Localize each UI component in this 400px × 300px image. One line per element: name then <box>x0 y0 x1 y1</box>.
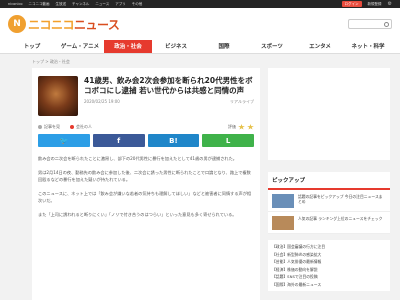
logo-text-b: ニュース <box>74 17 120 32</box>
nav-business[interactable]: ビジネス <box>152 40 200 53</box>
article-source[interactable]: リアルライブ <box>230 99 254 105</box>
nav-sports[interactable]: スポーツ <box>248 40 296 53</box>
rating-label: 評価 <box>228 124 236 129</box>
related-list: 【政治】国会審議の行方に注目 【社会】新型肺炎の感染拡大 【芸能】人気俳優の最新… <box>268 240 390 291</box>
topbar-link-news[interactable]: ニュース <box>95 2 109 7</box>
topbar-link-channel[interactable]: チャンネル <box>72 2 89 7</box>
badge-1[interactable]: 記事を見 <box>38 124 60 130</box>
twitter-icon: 🐦 <box>59 136 69 145</box>
article-paragraph: このニュースに、ネット上では「飲み会が嫌いな若者の気持ちも理解してほしい」などと… <box>38 191 252 203</box>
article-paragraph: 飲み会の二次会を断られたことに激昂し、部下の20代男性に暴行を加えたとして41歳… <box>38 156 237 161</box>
pickup-item[interactable]: 人気の記事 ランキング上位のニュースをチェック <box>268 212 390 234</box>
article-panel: 41歳男、飲み会2次会参加を断られ20代男性をボコボコにし逮捕 若い世代からは共… <box>32 68 260 300</box>
pickup-section: ピックアップ 話題の記事をピックアップ 今日の注目ニュースまとめ 人気の記事 ラ… <box>268 172 390 234</box>
breadcrumb[interactable]: トップ > 政治・社会 <box>32 59 70 65</box>
pickup-thumbnail <box>272 216 294 230</box>
badge-2-label: 会社の人 <box>76 124 92 129</box>
article-badges: 記事を見 会社の人 評価 <box>32 120 260 134</box>
article-paragraph: また「上司に誘われると断りにくい」「ノリで付き合うのはつらい」といった意見も多く… <box>38 212 237 217</box>
star-icon <box>247 124 254 130</box>
badge-1-label: 記事を見 <box>44 124 60 129</box>
article-paragraph: 男は2月14日の夜、勤務先の飲み会に参加した後、二次会に誘った男性に断られたこと… <box>38 170 251 182</box>
line-share-button[interactable]: L <box>202 134 254 147</box>
article-meta: 2020/02/25 19:00 リアルライブ <box>84 99 254 105</box>
logo-text-a: ニコニコ <box>28 17 75 32</box>
search-icon[interactable] <box>384 21 389 27</box>
ad-slot <box>268 68 390 160</box>
global-topbar: niconico ニコニコ動画 生放送 チャンネル ニュース アプリ その他 ロ… <box>0 0 400 8</box>
signup-link[interactable]: 新規登録 <box>368 2 382 7</box>
pickup-item-text: 話題の記事をピックアップ 今日の注目ニュースまとめ <box>298 194 383 204</box>
share-bar: 🐦 f B! L <box>32 134 260 147</box>
pickup-item-text: 人気の記事 ランキング上位のニュースをチェック <box>298 216 383 221</box>
nav-international[interactable]: 国際 <box>200 40 248 53</box>
pickup-item[interactable]: 話題の記事をピックアップ 今日の注目ニュースまとめ <box>268 190 390 212</box>
article-thumbnail <box>38 76 78 116</box>
rating[interactable]: 評価 <box>228 124 254 130</box>
related-link[interactable]: 【芸能】人気俳優の最新情報 <box>272 258 386 266</box>
nav-game-anime[interactable]: ゲーム・アニメ <box>56 40 104 53</box>
category-nav: トップ ゲーム・アニメ 政治・社会 ビジネス 国際 スポーツ エンタメ ネット・… <box>0 40 400 54</box>
dot-icon <box>70 125 74 129</box>
related-link[interactable]: 【経済】株価の動向を解説 <box>272 266 386 274</box>
sidebar: ピックアップ 話題の記事をピックアップ 今日の注目ニュースまとめ 人気の記事 ラ… <box>268 68 390 291</box>
logo-icon[interactable]: N <box>8 15 26 33</box>
hatena-share-button[interactable]: B! <box>147 134 200 147</box>
search-box[interactable] <box>348 19 392 29</box>
pickup-thumbnail <box>272 194 294 208</box>
dot-icon <box>38 125 42 129</box>
twitter-share-button[interactable]: 🐦 <box>38 134 90 147</box>
gear-icon[interactable]: ⚙ <box>388 1 392 7</box>
article-date: 2020/02/25 19:00 <box>84 99 120 104</box>
topbar-link-live[interactable]: 生放送 <box>56 2 67 7</box>
site-header: N ニコニコニュース <box>0 8 400 40</box>
topbar-link-other[interactable]: その他 <box>132 2 143 7</box>
related-link[interactable]: 【社会】新型肺炎の感染拡大 <box>272 251 386 259</box>
topbar-link-app[interactable]: アプリ <box>115 2 126 7</box>
related-link[interactable]: 【政治】国会審議の行方に注目 <box>272 243 386 251</box>
nav-entertainment[interactable]: エンタメ <box>296 40 344 53</box>
article-title: 41歳男、飲み会2次会参加を断られ20代男性をボコボコにし逮捕 若い世代からは共… <box>84 76 253 95</box>
login-button[interactable]: ログイン <box>341 1 362 7</box>
related-link[interactable]: 【国際】海外の最新ニュース <box>272 281 386 289</box>
topbar-link-video[interactable]: ニコニコ動画 <box>29 2 50 7</box>
site-logo[interactable]: ニコニコニュース <box>28 16 120 33</box>
topbar-link-niconico[interactable]: niconico <box>8 2 23 6</box>
article-body: 飲み会の二次会を断られたことに激昂し、部下の20代男性に暴行を加えたとして41歳… <box>32 147 260 218</box>
star-icon <box>238 124 245 130</box>
nav-politics-society[interactable]: 政治・社会 <box>104 40 152 53</box>
facebook-share-button[interactable]: f <box>92 134 145 147</box>
related-link[interactable]: 【話題】SNSで注目の投稿 <box>272 273 386 281</box>
nav-net-science[interactable]: ネット・科学 <box>344 40 392 53</box>
pickup-title: ピックアップ <box>268 172 390 190</box>
nav-top[interactable]: トップ <box>8 40 56 53</box>
badge-2[interactable]: 会社の人 <box>70 124 92 130</box>
